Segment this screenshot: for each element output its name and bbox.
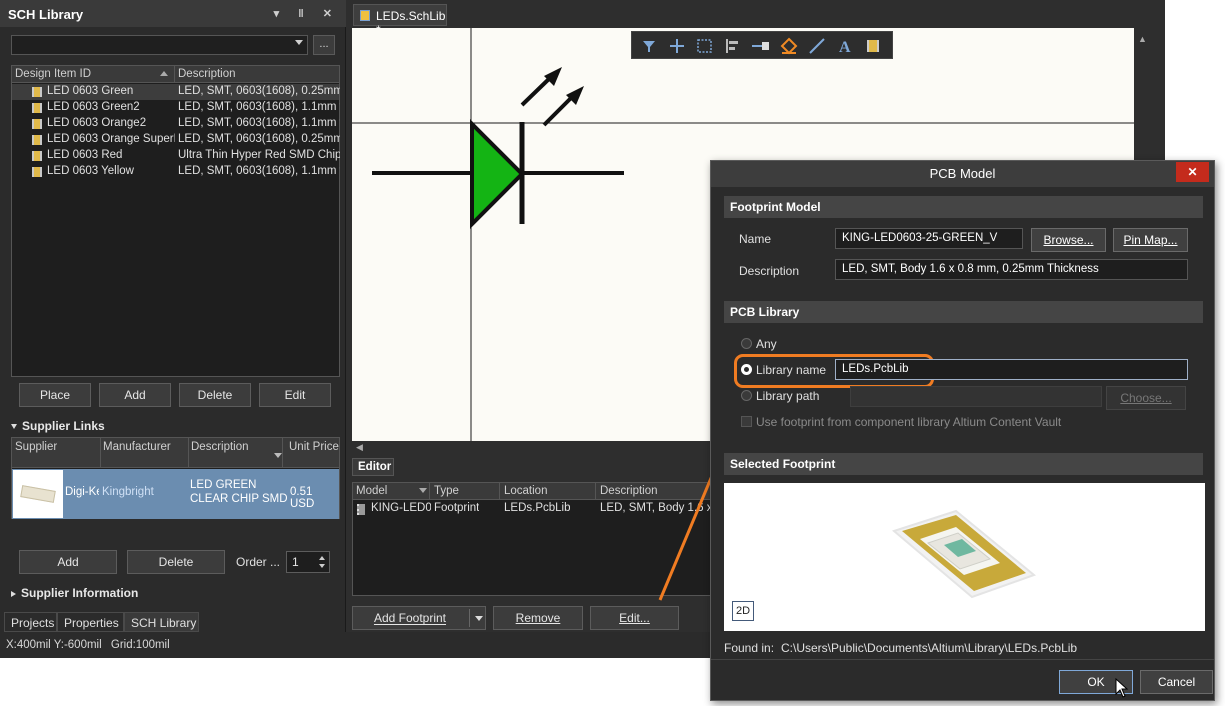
selected-footprint-header: Selected Footprint (724, 453, 1203, 475)
pcb-model-dialog: PCB Model ✕ Footprint Model Name KING-LE… (710, 160, 1215, 701)
pin-map-button[interactable]: Pin Map... (1113, 228, 1188, 252)
dialog-divider (711, 659, 1214, 660)
browse-button[interactable]: Browse... (1031, 228, 1106, 252)
close-button[interactable]: ✕ (1176, 162, 1209, 182)
description-label: Description (739, 264, 800, 278)
library-path-radio[interactable] (741, 390, 752, 401)
pcb-library-header: PCB Library (724, 301, 1203, 323)
any-radio[interactable] (741, 338, 752, 349)
vault-checkbox[interactable] (741, 416, 752, 427)
library-name-label: Library name (756, 363, 827, 377)
any-label: Any (756, 337, 777, 351)
choose-button[interactable]: Choose... (1106, 386, 1186, 410)
name-label: Name (739, 232, 772, 246)
library-path-field[interactable] (850, 386, 1102, 407)
library-name-radio[interactable] (741, 364, 752, 375)
vault-label: Use footprint from component library Alt… (756, 415, 1062, 429)
library-name-field[interactable]: LEDs.PcbLib (835, 359, 1188, 380)
cancel-button[interactable]: Cancel (1140, 670, 1213, 694)
footprint-model-header: Footprint Model (724, 196, 1203, 218)
dialog-title: PCB Model (711, 161, 1214, 187)
found-in-path: C:\Users\Public\Documents\Altium\Library… (781, 641, 1078, 655)
library-path-label: Library path (756, 389, 820, 403)
footprint-name-field[interactable]: KING-LED0603-25-GREEN_V (835, 228, 1023, 249)
footprint-3d-preview[interactable]: 2D (724, 483, 1205, 631)
found-in-label: Found in: (724, 641, 775, 655)
mouse-pointer-icon (1115, 678, 1129, 698)
view-2d-toggle[interactable]: 2D (732, 601, 754, 621)
footprint-description-field[interactable]: LED, SMT, Body 1.6 x 0.8 mm, 0.25mm Thic… (835, 259, 1188, 280)
footprint-3d-image (891, 509, 1037, 599)
